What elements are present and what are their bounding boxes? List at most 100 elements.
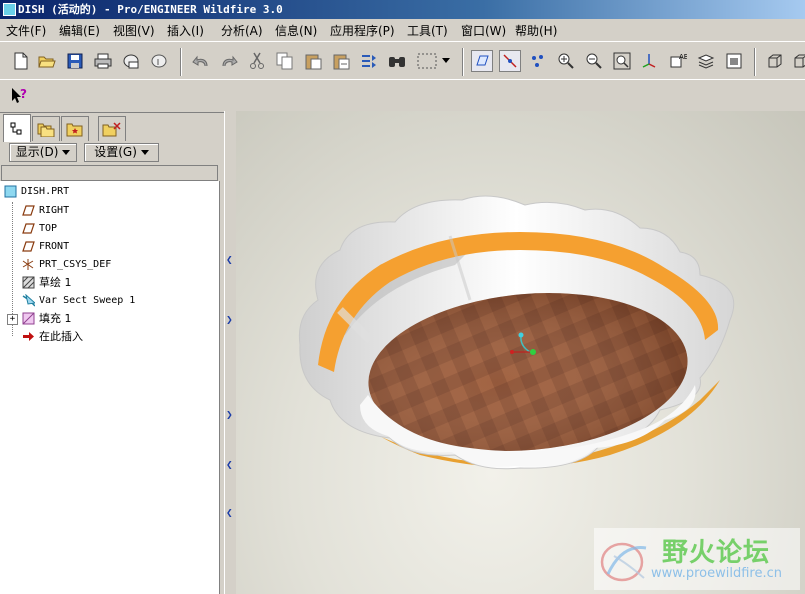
datum-planes-toggle-icon[interactable] [471,50,493,72]
csys-icon [22,258,35,271]
reorient-icon[interactable] [639,50,661,72]
paste-icon[interactable] [302,50,324,72]
zoom-in-icon[interactable] [555,50,577,72]
sweep-icon [22,293,35,307]
model-tree-icon [10,122,22,134]
layers-icon[interactable] [695,50,717,72]
tree-item-right[interactable]: RIGHT [22,201,69,219]
tab-connections[interactable] [98,116,126,141]
navigator-tabs [0,113,224,142]
collapse-left-icon[interactable]: ❮ [226,509,233,517]
tree-item-sweep[interactable]: Var Sect Sweep 1 [22,291,135,309]
watermark-logo-icon [600,542,647,582]
chevron-down-icon [62,150,71,155]
tree-item-label: 填充 1 [39,312,72,325]
menu-window[interactable]: 窗口(W) [461,22,506,39]
datum-plane-icon [22,240,35,253]
secondary-toolbar: ? [0,79,805,113]
tree-item-label: 草绘 1 [39,276,72,289]
view-manager-icon[interactable] [723,50,745,72]
selection-box-icon[interactable] [414,50,440,72]
collapse-left-icon[interactable]: ❮ [226,461,233,469]
zoom-out-icon[interactable] [583,50,605,72]
toolbar-separator [754,48,756,76]
expand-right-icon[interactable]: ❯ [226,316,233,324]
tree-item-label: Var Sect Sweep 1 [39,294,136,306]
copy-icon[interactable] [274,50,296,72]
expand-toggle[interactable]: + [7,314,18,325]
tree-root-label: DISH.PRT [21,185,70,197]
tree-item-fill[interactable]: 填充 1 [22,309,72,327]
new-file-icon[interactable] [10,50,32,72]
show-button-label: 显示(D) [15,145,59,159]
app-icon [3,3,16,16]
tree-root[interactable]: DISH.PRT [4,182,69,200]
settings-button-label: 设置(G) [94,145,137,159]
menu-file[interactable]: 文件(F) [6,22,46,39]
menu-bar: 文件(F) 编辑(E) 视图(V) 插入(I) 分析(A) 信息(N) 应用程序… [0,19,805,41]
open-folder-icon[interactable] [36,50,58,72]
svg-text:?: ? [20,87,27,101]
datum-axes-toggle-icon[interactable] [499,50,521,72]
menu-help[interactable]: 帮助(H) [515,22,557,39]
dish-model[interactable] [236,111,805,594]
menu-tools[interactable]: 工具(T) [407,22,448,39]
chevron-down-icon [140,150,149,155]
tab-folder-browser[interactable] [32,116,60,141]
menu-insert[interactable]: 插入(I) [167,22,204,39]
hidden-line-icon[interactable] [790,50,805,72]
send-mail-icon[interactable] [120,50,142,72]
datum-points-toggle-icon[interactable] [527,50,549,72]
part-icon [4,185,17,198]
tree-filter-bar[interactable] [1,165,218,181]
tree-item-label: PRT_CSYS_DEF [39,258,112,270]
tab-favorites[interactable] [61,116,89,141]
tree-toolbar: 显示(D) 设置(G) [0,141,224,163]
menu-edit[interactable]: 编辑(E) [59,22,100,39]
forum-watermark: 野火论坛 www.proewildfire.cn [594,528,800,590]
regenerate-icon[interactable] [358,50,380,72]
tree-item-label: TOP [39,222,58,234]
tree-item-insert-here[interactable]: 在此插入 [22,327,83,345]
saved-views-icon[interactable]: AB [667,50,689,72]
print-icon[interactable] [92,50,114,72]
tree-item-label: 在此插入 [39,330,83,343]
chevron-down-icon[interactable] [440,50,452,72]
send-attachment-icon[interactable] [148,50,170,72]
cut-icon[interactable] [246,50,268,72]
collapse-left-icon[interactable]: ❮ [226,256,233,264]
wireframe-icon[interactable] [764,50,786,72]
show-dropdown-button[interactable]: 显示(D) [9,143,77,162]
context-help-icon[interactable]: ? [8,85,30,107]
refit-icon[interactable] [611,50,633,72]
find-binoculars-icon[interactable] [386,50,408,72]
datum-plane-icon [22,222,35,235]
tab-model-tree[interactable] [3,114,31,142]
expand-right-icon[interactable]: ❯ [226,411,233,419]
title-bar: DISH (活动的) - Pro/ENGINEER Wildfire 3.0 [0,0,805,19]
menu-info[interactable]: 信息(N) [275,22,317,39]
sketch-icon [22,276,35,289]
svg-text:AB: AB [679,53,687,61]
watermark-url: www.proewildfire.cn [651,566,782,581]
menu-view[interactable]: 视图(V) [113,22,155,39]
settings-dropdown-button[interactable]: 设置(G) [84,143,159,162]
undo-icon[interactable] [190,50,212,72]
redo-icon[interactable] [218,50,240,72]
graphics-viewport[interactable] [236,111,805,594]
toolbar-separator [180,48,182,76]
main-toolbar: AB [0,41,805,80]
tree-item-front[interactable]: FRONT [22,237,69,255]
connections-icon [102,122,121,137]
tree-item-csys[interactable]: PRT_CSYS_DEF [22,255,111,273]
folders-icon [37,123,55,137]
menu-applications[interactable]: 应用程序(P) [330,22,395,39]
tree-item-sketch[interactable]: 草绘 1 [22,273,72,291]
tree-item-label: RIGHT [39,204,70,216]
menu-analysis[interactable]: 分析(A) [221,22,263,39]
fill-icon [22,312,35,325]
tree-item-top[interactable]: TOP [22,219,57,237]
save-icon[interactable] [64,50,86,72]
paste-special-icon[interactable] [330,50,352,72]
datum-plane-icon [22,204,35,217]
